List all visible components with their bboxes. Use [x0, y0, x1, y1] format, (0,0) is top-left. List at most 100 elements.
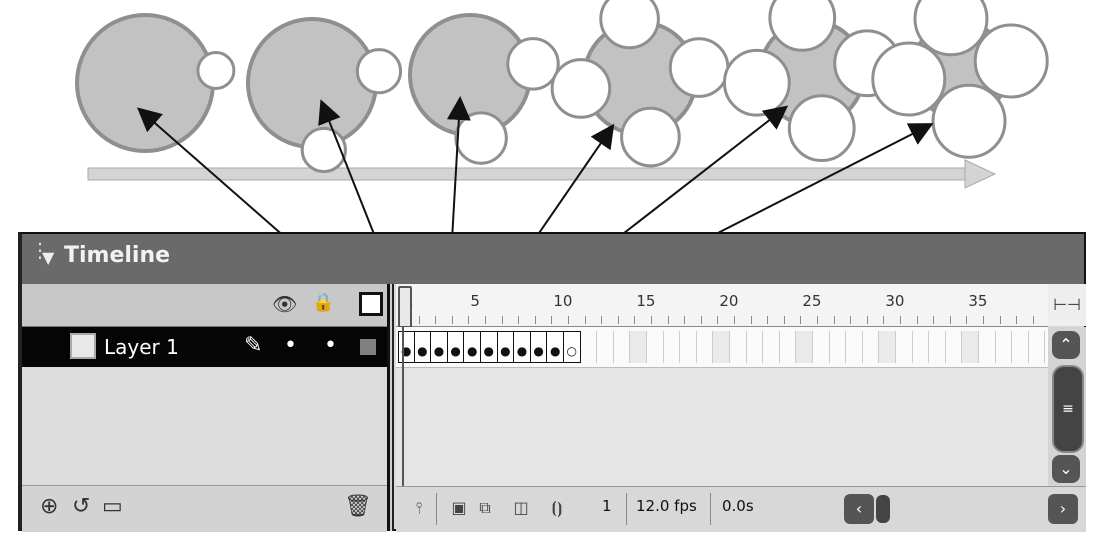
- scroll-right-icon[interactable]: ›: [1048, 494, 1078, 524]
- end-frame[interactable]: ○: [564, 331, 581, 363]
- center-frame-icon[interactable]: ⊢⊣: [1048, 284, 1086, 326]
- insert-folder-icon[interactable]: ▭: [102, 494, 123, 519]
- panel-divider[interactable]: [387, 284, 394, 531]
- scroll-left-icon[interactable]: ‹: [844, 494, 874, 524]
- empty-frame[interactable]: [945, 331, 963, 363]
- center-frame-icon-bottom[interactable]: ⫯: [408, 497, 430, 519]
- empty-frame[interactable]: [696, 331, 714, 363]
- ruler-tick: [700, 316, 702, 324]
- empty-frame[interactable]: [995, 331, 1013, 363]
- empty-frame[interactable]: [580, 331, 598, 363]
- ruler-tick: [568, 316, 569, 324]
- ruler-tick: [1032, 316, 1034, 324]
- playhead[interactable]: [398, 286, 412, 328]
- onion-skin-outlines-icon[interactable]: ⧉: [474, 497, 496, 519]
- empty-frame[interactable]: [763, 331, 780, 363]
- empty-frame[interactable]: [1012, 331, 1029, 363]
- visibility-dot[interactable]: •: [284, 333, 297, 358]
- empty-frame[interactable]: [813, 331, 830, 363]
- empty-frame[interactable]: [663, 331, 681, 363]
- keyframe[interactable]: ●: [547, 331, 564, 363]
- animation-frame-shape: [550, 0, 730, 168]
- empty-frame[interactable]: [1028, 331, 1046, 363]
- eye-icon[interactable]: 👁: [272, 292, 297, 316]
- frames-row[interactable]: ● ● ● ● ● ● ● ● ● ● ○: [396, 327, 1048, 368]
- ruler-label: 30: [885, 292, 905, 310]
- empty-frame[interactable]: [979, 331, 996, 363]
- lock-dot[interactable]: •: [324, 333, 337, 358]
- scroll-up-icon[interactable]: ⌃: [1052, 331, 1080, 359]
- current-frame: 1: [602, 497, 612, 515]
- ruler-tick: [883, 316, 885, 324]
- empty-frame[interactable]: [796, 331, 813, 363]
- empty-frame[interactable]: [912, 331, 930, 363]
- elapsed-time: 0.0s: [722, 497, 754, 515]
- empty-frame[interactable]: [647, 331, 664, 363]
- lock-icon[interactable]: 🔒: [312, 292, 334, 313]
- ruler-tick: [518, 316, 520, 324]
- empty-frame[interactable]: [713, 331, 730, 363]
- edit-multiple-frames-icon[interactable]: ◫: [510, 497, 532, 519]
- keyframe[interactable]: ●: [431, 331, 448, 363]
- layer-header: 👁 🔒: [22, 284, 387, 327]
- empty-frame[interactable]: [879, 331, 896, 363]
- triangle-down-icon[interactable]: ▼: [42, 248, 54, 267]
- keyframe[interactable]: ●: [497, 331, 515, 363]
- modify-onion-markers-icon[interactable]: ⦗⦘: [546, 497, 568, 519]
- insert-layer-icon[interactable]: ⊕: [40, 494, 58, 519]
- empty-frame[interactable]: [730, 331, 747, 363]
- layer-row-layer-1[interactable]: Layer 1 ✎ • •: [22, 327, 387, 367]
- empty-frame[interactable]: [929, 331, 946, 363]
- ruler-tick: [833, 316, 835, 324]
- ruler-tick: [634, 316, 636, 324]
- keyframe[interactable]: ●: [464, 331, 481, 363]
- empty-frame[interactable]: [896, 331, 913, 363]
- ruler-tick: [551, 316, 553, 324]
- empty-frame[interactable]: [862, 331, 880, 363]
- ruler-tick: [999, 316, 1001, 324]
- ruler-tick: [817, 316, 818, 324]
- add-motion-guide-icon[interactable]: ↺: [72, 494, 90, 519]
- ruler-tick: [767, 316, 769, 324]
- ruler-tick: [783, 316, 785, 324]
- animation-frame-shape: [408, 13, 560, 165]
- keyframe[interactable]: ●: [530, 331, 548, 363]
- frames-empty-area: [396, 368, 1048, 486]
- keyframe[interactable]: ●: [481, 331, 498, 363]
- empty-frame[interactable]: [680, 331, 697, 363]
- frame-rate[interactable]: 12.0 fps: [636, 497, 697, 515]
- empty-frame[interactable]: [746, 331, 764, 363]
- empty-frame[interactable]: [779, 331, 797, 363]
- separator: [436, 493, 437, 525]
- scroll-down-icon[interactable]: ⌄: [1052, 455, 1080, 483]
- scroll-thumb[interactable]: ≡: [1052, 365, 1084, 453]
- vertical-scrollbar[interactable]: ⌃ ≡ ⌄: [1048, 327, 1086, 486]
- onion-skin-icon[interactable]: ▣: [448, 497, 470, 519]
- ruler-label: 10: [553, 292, 573, 310]
- keyframe[interactable]: ●: [447, 331, 465, 363]
- outline-color-swatch[interactable]: [360, 339, 376, 355]
- ruler-tick: [485, 316, 486, 324]
- frame-ruler[interactable]: 15101520253035: [396, 284, 1048, 327]
- trash-icon[interactable]: 🗑: [344, 494, 372, 519]
- ruler-tick: [435, 316, 437, 324]
- ruler-tick: [617, 316, 619, 324]
- ruler-tick: [734, 316, 735, 324]
- empty-frame[interactable]: [829, 331, 847, 363]
- keyframe[interactable]: ●: [414, 331, 432, 363]
- ruler-label: 5: [470, 292, 480, 310]
- horizontal-scroll-thumb[interactable]: [876, 495, 890, 523]
- ruler-tick: [601, 316, 603, 324]
- ruler-tick: [501, 316, 503, 324]
- keyframe[interactable]: ●: [398, 331, 415, 363]
- empty-frame[interactable]: [846, 331, 863, 363]
- empty-frame[interactable]: [597, 331, 614, 363]
- empty-frame[interactable]: [613, 331, 631, 363]
- separator: [626, 493, 627, 525]
- empty-frame[interactable]: [630, 331, 647, 363]
- timeline-titlebar[interactable]: ⋮ ▼ Timeline: [22, 234, 1084, 284]
- empty-frame[interactable]: [962, 331, 979, 363]
- outline-square-icon[interactable]: [359, 292, 383, 316]
- keyframe[interactable]: ●: [514, 331, 531, 363]
- ruler-tick: [900, 316, 901, 324]
